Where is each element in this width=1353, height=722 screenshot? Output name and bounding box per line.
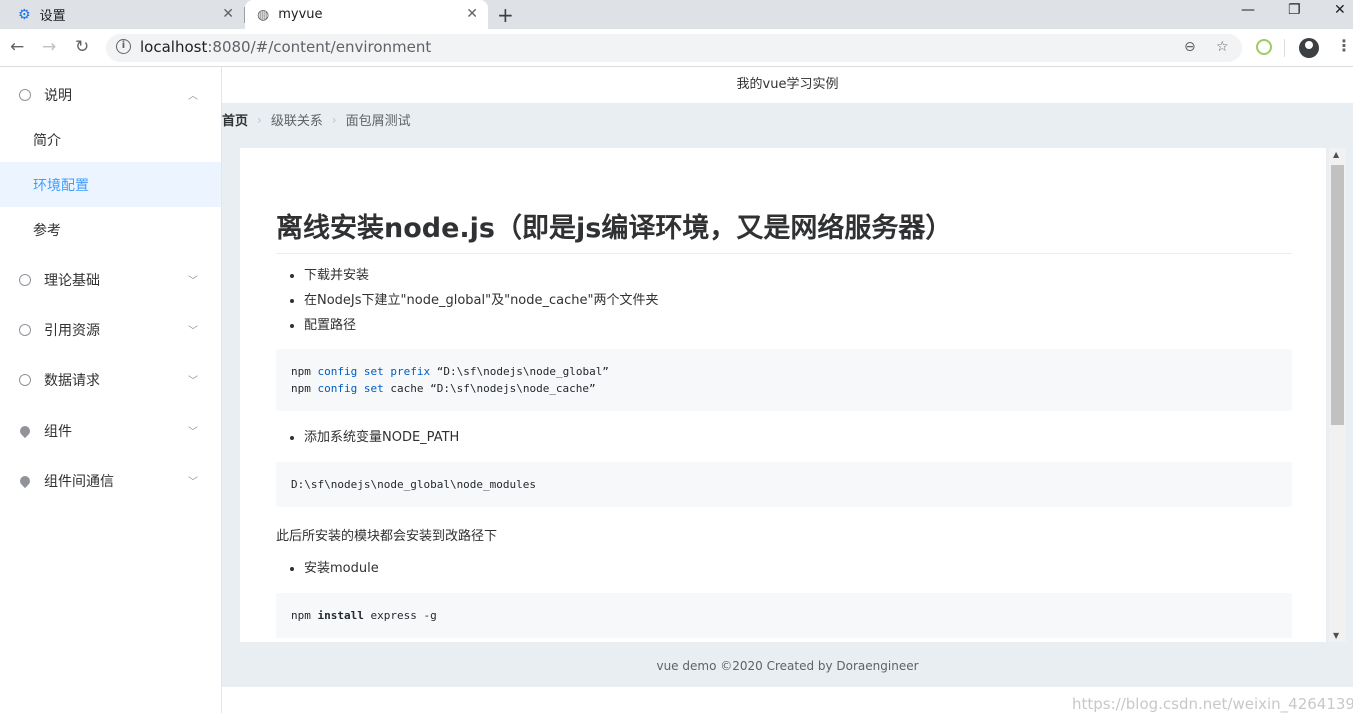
tab-title: myvue: [278, 7, 323, 22]
location-icon: [17, 473, 33, 488]
list-item: 下载并安装: [304, 263, 659, 288]
content-panel: 离线安装node.js（即是js编译环境，又是网络服务器） 下载并安装 在Nod…: [240, 148, 1326, 642]
chevron-right-icon: ›: [331, 112, 337, 127]
sidebar-group-label: 组件: [44, 423, 72, 440]
chevron-right-icon: ›: [257, 112, 262, 127]
close-icon[interactable]: ✕: [466, 6, 478, 22]
code-line: npm config set cache “D:\sf\nodejs\node_…: [291, 382, 596, 395]
doc-list: 安装module: [304, 556, 379, 581]
breadcrumb-cascade[interactable]: 级联关系: [271, 110, 323, 129]
doc-heading: 离线安装node.js（即是js编译环境，又是网络服务器）: [276, 206, 1292, 254]
search-icon: [19, 88, 31, 101]
page-title: 我的vue学习实例: [736, 77, 839, 92]
sidebar-item-label: 环境配置: [33, 177, 89, 194]
chevron-down-icon: ﹀: [188, 326, 198, 337]
profile-avatar-icon[interactable]: [1299, 38, 1319, 58]
chevron-up-icon: ︿: [188, 91, 198, 102]
search-icon: [19, 373, 31, 386]
code-line: npm install express -g: [291, 609, 437, 622]
back-icon[interactable]: ←: [10, 37, 24, 57]
sidebar-group-label: 数据请求: [44, 372, 100, 389]
sidebar-group-requests[interactable]: 数据请求 ﹀: [0, 357, 221, 402]
watermark: https://blog.csdn.net/weixin_42641395: [1072, 695, 1353, 713]
code-block: npm config set prefix “D:\sf\nodejs\node…: [276, 349, 1292, 411]
sidebar-group-label: 理论基础: [44, 272, 100, 289]
reload-icon[interactable]: ↻: [75, 37, 89, 57]
web-page: 说明 ︿ 简介 环境配置 参考 理论基础 ﹀ 引用资源 ﹀ 数据请求 ﹀ 组件 …: [0, 67, 1353, 722]
scroll-up-icon[interactable]: ▲: [1333, 150, 1339, 159]
location-icon: [17, 423, 33, 438]
info-icon[interactable]: i: [116, 39, 131, 54]
sidebar-group-label: 引用资源: [44, 322, 100, 339]
close-window-icon[interactable]: ✕: [1334, 2, 1346, 18]
tab-bar: ⚙ 设置 ✕ ◍ myvue ✕ + — ❐ ✕: [0, 0, 1353, 29]
extension-icon[interactable]: [1256, 39, 1272, 55]
list-item: 添加系统变量NODE_PATH: [304, 425, 459, 450]
code-block: npm install express -g: [276, 593, 1292, 638]
url-input[interactable]: i localhost:8080/#/content/environment ⊖…: [106, 34, 1242, 62]
minimize-icon[interactable]: —: [1241, 2, 1255, 18]
code-line: npm config set prefix “D:\sf\nodejs\node…: [291, 365, 609, 378]
sidebar-group-components[interactable]: 组件 ﹀: [0, 408, 221, 453]
tab-myvue[interactable]: ◍ myvue ✕: [245, 0, 488, 29]
sidebar-group-communication[interactable]: 组件间通信 ﹀: [0, 458, 221, 503]
breadcrumb: 首页 › 级联关系 › 面包屑测试: [222, 110, 411, 130]
new-tab-icon[interactable]: +: [497, 3, 514, 27]
forward-icon[interactable]: →: [42, 37, 56, 57]
bookmark-star-icon[interactable]: ☆: [1216, 39, 1229, 55]
sidebar-item-intro[interactable]: 简介: [0, 117, 221, 162]
sidebar-group-theory[interactable]: 理论基础 ﹀: [0, 257, 221, 302]
tab-settings[interactable]: ⚙ 设置 ✕: [0, 0, 244, 29]
page-footer: vue demo ©2020 Created by Doraengineer: [656, 659, 919, 673]
toolbar-divider: [1284, 39, 1285, 57]
sidebar-item-label: 参考: [33, 222, 61, 239]
sidebar-menu: 说明 ︿ 简介 环境配置 参考 理论基础 ﹀ 引用资源 ﹀ 数据请求 ﹀ 组件 …: [0, 67, 222, 713]
content-scrollbar[interactable]: ▲ ▼: [1329, 148, 1346, 642]
address-bar: ← → ↻ i localhost:8080/#/content/environ…: [0, 29, 1353, 67]
doc-list: 添加系统变量NODE_PATH: [304, 425, 459, 450]
chevron-down-icon: ﹀: [188, 427, 198, 438]
doc-paragraph: 此后所安装的模块都会安装到改路径下: [276, 529, 498, 544]
close-icon[interactable]: ✕: [222, 6, 234, 22]
search-icon: [19, 323, 31, 336]
sidebar-item-environment[interactable]: 环境配置: [0, 162, 221, 207]
breadcrumb-home[interactable]: 首页: [222, 110, 248, 129]
gear-icon: ⚙: [18, 6, 31, 23]
sidebar-group-label: 组件间通信: [44, 473, 114, 490]
url-text: localhost:8080/#/content/environment: [140, 38, 432, 56]
globe-icon: ◍: [257, 6, 270, 23]
code-line: D:\sf\nodejs\node_global\node_modules: [291, 478, 537, 491]
tab-title: 设置: [39, 9, 66, 24]
doc-list: 下载并安装 在NodeJs下建立"node_global"及"node_cach…: [304, 263, 659, 338]
scroll-thumb[interactable]: [1331, 165, 1344, 425]
chevron-down-icon: ﹀: [188, 376, 198, 387]
sidebar-group-label: 说明: [44, 87, 72, 104]
page-header: 我的vue学习实例: [222, 67, 1353, 103]
scroll-down-icon[interactable]: ▼: [1333, 631, 1339, 640]
main-area: 首页 › 级联关系 › 面包屑测试 离线安装node.js（即是js编译环境，又…: [222, 103, 1353, 687]
list-item: 在NodeJs下建立"node_global"及"node_cache"两个文件…: [304, 288, 659, 313]
chevron-down-icon: ﹀: [188, 276, 198, 287]
maximize-icon[interactable]: ❐: [1288, 2, 1301, 18]
code-block: D:\sf\nodejs\node_global\node_modules: [276, 462, 1292, 507]
list-item: 安装module: [304, 556, 379, 581]
sidebar-item-label: 简介: [33, 132, 61, 149]
sidebar-item-reference[interactable]: 参考: [0, 207, 221, 252]
list-item: 配置路径: [304, 313, 659, 338]
chevron-down-icon: ﹀: [188, 477, 198, 488]
breadcrumb-current: 面包屑测试: [345, 114, 411, 129]
sidebar-group-shuoming[interactable]: 说明 ︿: [0, 72, 221, 117]
sidebar-group-resources[interactable]: 引用资源 ﹀: [0, 307, 221, 352]
more-menu-icon[interactable]: ⋮: [1336, 36, 1352, 55]
search-icon: [19, 273, 31, 286]
zoom-icon[interactable]: ⊖: [1184, 39, 1196, 55]
